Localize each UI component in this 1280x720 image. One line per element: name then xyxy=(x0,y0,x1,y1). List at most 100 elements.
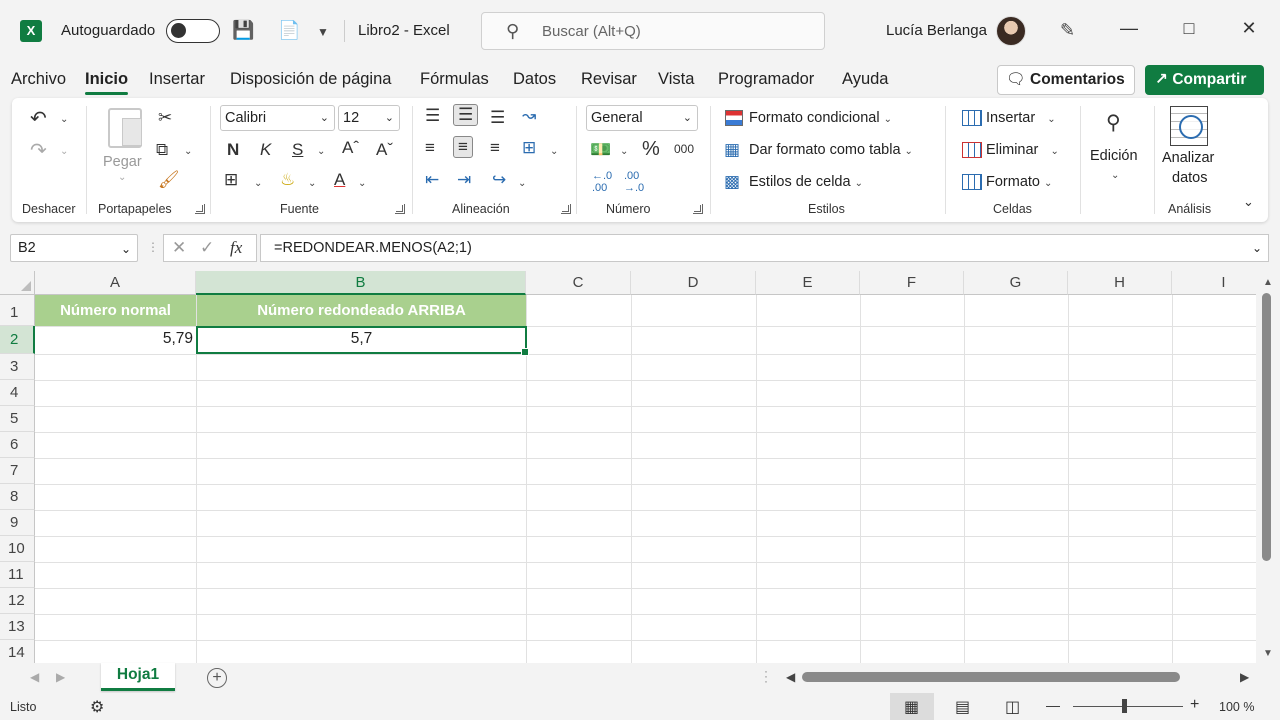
percent-button[interactable]: % xyxy=(642,138,660,161)
font-color-dropdown-icon[interactable]: ⌄ xyxy=(358,178,366,189)
zoom-slider-thumb[interactable] xyxy=(1122,699,1127,713)
accessibility-icon[interactable]: ⚙ xyxy=(90,697,104,717)
zoom-in-icon[interactable]: + xyxy=(1190,696,1199,714)
tab-disposicion[interactable]: Disposición de página xyxy=(230,70,391,89)
column-header-a[interactable]: A xyxy=(35,271,196,295)
cell-b1[interactable]: Número redondeado ARRIBA xyxy=(197,295,526,326)
vertical-scroll-thumb[interactable] xyxy=(1262,293,1271,561)
row-header-9[interactable]: 9 xyxy=(0,510,35,536)
cell-a1[interactable]: Número normal xyxy=(35,295,196,326)
column-header-h[interactable]: H xyxy=(1068,271,1172,295)
row-header-7[interactable]: 7 xyxy=(0,458,35,484)
sheet-tab-hoja1[interactable]: Hoja1 xyxy=(101,663,175,691)
page-break-icon[interactable]: ◫ xyxy=(1005,697,1020,717)
row-header-8[interactable]: 8 xyxy=(0,484,35,510)
enter-icon[interactable]: ✓ xyxy=(200,238,214,258)
tab-programador[interactable]: Programador xyxy=(718,70,814,89)
undo-icon[interactable]: ↶ xyxy=(30,106,47,131)
fill-color-dropdown-icon[interactable]: ⌄ xyxy=(308,178,316,189)
column-header-e[interactable]: E xyxy=(756,271,860,295)
spreadsheet-grid[interactable]: A B C D E F G H I 1 2 3 4 5 6 7 8 9 10 1… xyxy=(0,271,1256,663)
align-top-icon[interactable]: ☰ xyxy=(425,106,440,126)
column-header-g[interactable]: G xyxy=(964,271,1068,295)
delete-button[interactable]: Eliminar ⌄ xyxy=(986,142,1059,158)
horizontal-scroll-thumb[interactable] xyxy=(802,672,1180,682)
undo-dropdown-icon[interactable]: ⌄ xyxy=(60,114,68,125)
search-icon[interactable]: ⚲ xyxy=(1106,110,1121,135)
row-header-3[interactable]: 3 xyxy=(0,354,35,380)
merge-center-icon[interactable]: ⊞ xyxy=(522,138,536,158)
save-icon[interactable]: 💾 xyxy=(232,20,254,41)
increase-font-icon[interactable]: Aˆ xyxy=(342,138,359,158)
column-header-b[interactable]: B xyxy=(196,271,526,295)
text-orientation-icon[interactable]: ↝ xyxy=(522,106,536,126)
wrap-text-icon[interactable]: ↪ xyxy=(492,170,506,190)
align-left-icon[interactable]: ≡ xyxy=(425,138,435,158)
insert-function-icon[interactable]: fx xyxy=(230,238,242,258)
tab-inicio[interactable]: Inicio xyxy=(85,70,129,95)
row-header-4[interactable]: 4 xyxy=(0,380,35,406)
number-launcher-icon[interactable] xyxy=(693,204,703,214)
user-name[interactable]: Lucía Berlanga xyxy=(886,22,987,39)
maximize-button[interactable]: □ xyxy=(1174,18,1204,39)
insert-button[interactable]: Insertar ⌄ xyxy=(986,110,1056,126)
expand-formula-icon[interactable]: ⌄ xyxy=(1252,235,1262,261)
number-format-select[interactable]: General ⌄ xyxy=(586,105,698,131)
active-cell-selection[interactable] xyxy=(196,326,529,356)
column-header-c[interactable]: C xyxy=(526,271,631,295)
align-center-icon[interactable]: ≡ xyxy=(453,136,473,158)
font-name-select[interactable]: Calibri ⌄ xyxy=(220,105,335,131)
currency-dropdown-icon[interactable]: ⌄ xyxy=(620,146,628,157)
zoom-out-icon[interactable]: — xyxy=(1046,697,1060,713)
cut-icon[interactable]: ✂ xyxy=(158,108,172,128)
clipboard-launcher-icon[interactable] xyxy=(195,204,205,214)
row-header-11[interactable]: 11 xyxy=(0,562,35,588)
decrease-indent-icon[interactable]: ⇤ xyxy=(425,170,439,190)
comments-button[interactable]: 🗨 Comentarios xyxy=(997,65,1135,95)
cell-styles-button[interactable]: Estilos de celda ⌄ xyxy=(749,174,863,190)
copy-icon[interactable]: ⧉ xyxy=(156,140,168,160)
align-bottom-icon[interactable]: ☰ xyxy=(490,108,505,128)
pen-icon[interactable]: ✎ xyxy=(1060,20,1075,41)
format-as-table-button[interactable]: Dar formato como tabla ⌄ xyxy=(749,142,913,158)
scroll-left-icon[interactable]: ◀ xyxy=(786,670,795,684)
minimize-button[interactable]: — xyxy=(1114,18,1144,39)
borders-dropdown-icon[interactable]: ⌄ xyxy=(254,178,262,189)
conditional-format-button[interactable]: Formato condicional ⌄ xyxy=(749,110,892,126)
tab-revisar[interactable]: Revisar xyxy=(581,70,637,89)
increase-decimal-icon[interactable]: ←.0.00 xyxy=(592,170,612,194)
new-document-icon[interactable]: 📄 xyxy=(278,20,300,41)
row-header-6[interactable]: 6 xyxy=(0,432,35,458)
tab-formulas[interactable]: Fórmulas xyxy=(420,70,489,89)
row-header-5[interactable]: 5 xyxy=(0,406,35,432)
close-button[interactable]: ✕ xyxy=(1234,18,1264,39)
add-sheet-button[interactable]: + xyxy=(207,668,227,688)
paste-label[interactable]: Pegar xyxy=(103,154,142,170)
tab-insertar[interactable]: Insertar xyxy=(149,70,205,89)
redo-dropdown-icon[interactable]: ⌄ xyxy=(60,146,68,157)
merge-dropdown-icon[interactable]: ⌄ xyxy=(550,146,558,157)
row-header-14[interactable]: 14 xyxy=(0,640,35,663)
prev-sheet-icon[interactable]: ◀ xyxy=(30,670,39,684)
tab-split-grip-icon[interactable]: · · · xyxy=(764,665,768,687)
align-right-icon[interactable]: ≡ xyxy=(490,138,500,158)
user-avatar[interactable] xyxy=(996,16,1026,46)
analyze-data-label-2[interactable]: datos xyxy=(1172,170,1207,186)
collapse-ribbon-icon[interactable]: ⌄ xyxy=(1243,194,1254,210)
decrease-font-icon[interactable]: Aˇ xyxy=(376,140,393,160)
row-header-13[interactable]: 13 xyxy=(0,614,35,640)
borders-icon[interactable]: ⊞ xyxy=(224,170,238,190)
wrap-dropdown-icon[interactable]: ⌄ xyxy=(518,178,526,189)
customize-toolbar-icon[interactable]: ▼ xyxy=(317,25,329,39)
format-button[interactable]: Formato ⌄ xyxy=(986,174,1052,190)
select-all-button[interactable] xyxy=(0,271,35,295)
font-size-select[interactable]: 12 ⌄ xyxy=(338,105,400,131)
formula-bar-grip-icon[interactable]: ⋮ xyxy=(147,240,159,254)
analyze-data-icon[interactable] xyxy=(1170,106,1208,146)
decrease-decimal-icon[interactable]: .00 →.0 xyxy=(624,170,644,194)
cell-a2[interactable]: 5,79 xyxy=(35,330,193,348)
column-header-i[interactable]: I xyxy=(1172,271,1256,295)
cancel-icon[interactable]: ✕ xyxy=(172,238,186,258)
row-header-1[interactable]: 1 xyxy=(0,295,35,326)
normal-view-button[interactable]: ▦ xyxy=(890,693,934,720)
